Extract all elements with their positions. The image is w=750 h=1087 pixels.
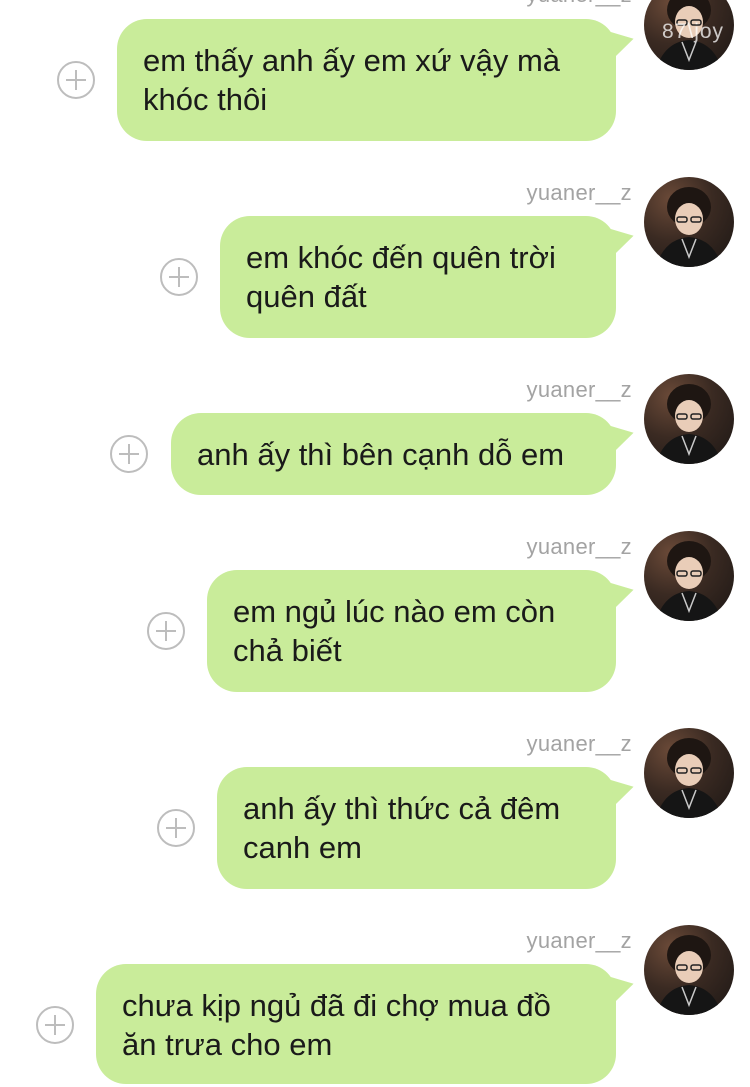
message-text: chưa kịp ngủ đã đi chợ mua đồ ăn trưa ch…	[122, 988, 551, 1062]
add-reaction-button[interactable]	[147, 612, 185, 650]
message-text: anh ấy thì bên cạnh dỗ em	[197, 437, 565, 472]
avatar[interactable]	[644, 374, 734, 464]
sender-name[interactable]: yuaner__z	[527, 534, 632, 560]
add-reaction-button[interactable]	[57, 61, 95, 99]
message-bubble[interactable]: chưa kịp ngủ đã đi chợ mua đồ ăn trưa ch…	[96, 964, 637, 1084]
message-bubble[interactable]: anh ấy thì bên cạnh dỗ em	[171, 413, 637, 495]
watermark: 87\joy	[662, 20, 725, 43]
sender-name[interactable]: yuaner__z	[527, 180, 632, 206]
sender-name[interactable]: yuaner__z	[527, 928, 632, 954]
sender-name[interactable]: yuaner__z	[527, 377, 632, 403]
message-text: em khóc đến quên trời quên đất	[246, 240, 556, 314]
message-bubble[interactable]: em khóc đến quên trời quên đất	[220, 216, 637, 338]
sender-name[interactable]: yuaner__z	[527, 0, 632, 8]
avatar[interactable]	[644, 728, 734, 818]
message-text: anh ấy thì thức cả đêm canh em	[243, 791, 561, 865]
sender-name[interactable]: yuaner__z	[527, 731, 632, 757]
add-reaction-button[interactable]	[110, 435, 148, 473]
chat-thread: 87\joy yuaner__z em thấy anh ấy em xứ vậ…	[0, 0, 750, 1087]
avatar[interactable]	[644, 531, 734, 621]
add-reaction-button[interactable]	[160, 258, 198, 296]
message-text: em thấy anh ấy em xứ vậy mà khóc thôi	[143, 43, 561, 117]
message-bubble[interactable]: em thấy anh ấy em xứ vậy mà khóc thôi	[117, 19, 637, 141]
avatar[interactable]	[644, 925, 734, 1015]
message-text: em ngủ lúc nào em còn chả biết	[233, 594, 556, 668]
avatar[interactable]	[644, 177, 734, 267]
message-bubble[interactable]: anh ấy thì thức cả đêm canh em	[217, 767, 637, 889]
add-reaction-button[interactable]	[36, 1006, 74, 1044]
add-reaction-button[interactable]	[157, 809, 195, 847]
message-bubble[interactable]: em ngủ lúc nào em còn chả biết	[207, 570, 637, 692]
